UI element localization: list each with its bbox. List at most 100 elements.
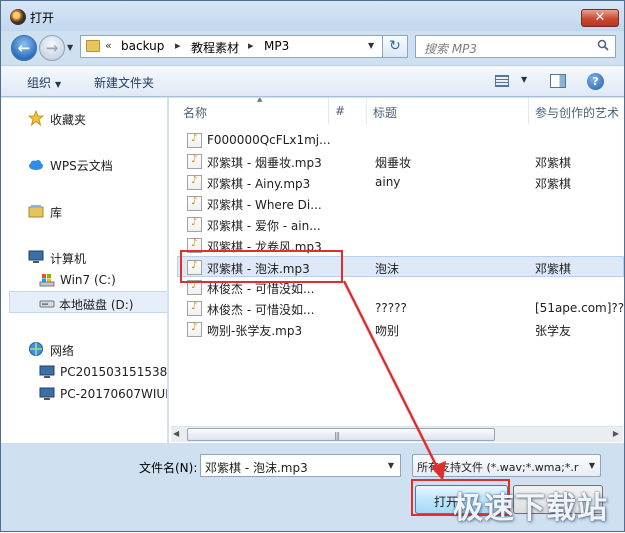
breadcrumb-mp3[interactable]: MP3: [264, 39, 289, 53]
file-artist: 邓紫棋: [535, 177, 572, 191]
preview-pane-icon[interactable]: [550, 74, 566, 88]
watermark: 极速下载站: [453, 491, 608, 526]
sidebar-label: 收藏夹: [50, 113, 87, 127]
breadcrumb-tutorial[interactable]: 教程素材: [191, 39, 239, 56]
horizontal-scrollbar[interactable]: ◀ ||| ▶: [171, 426, 623, 442]
title-bar: 打开 ✕: [1, 1, 624, 31]
network-icon: [29, 342, 43, 356]
column-label: 参与创作的艺术: [535, 106, 620, 120]
file-artist: [51ape.com]??: [535, 301, 624, 315]
file-row[interactable]: 邓紫棋 - 爱你 - ain...: [181, 214, 624, 235]
pc-icon: [39, 365, 55, 378]
cloud-icon: [29, 160, 43, 170]
file-row[interactable]: 林俊杰 - 可惜没如... ????? [51ape.com]??: [181, 298, 624, 319]
file-title: 吻别: [375, 324, 400, 338]
breadcrumb-overflow[interactable]: «: [105, 39, 112, 52]
organize-button[interactable]: 组织 ▼: [27, 74, 61, 91]
filetype-select[interactable]: 所有支持文件 (*.wav;*.wma;*.r ▼: [412, 454, 601, 477]
forward-button[interactable]: →: [39, 35, 65, 61]
file-name: 吻别-张学友.mp3: [207, 324, 303, 338]
audio-file-icon: [187, 175, 202, 190]
file-row[interactable]: 吻别-张学友.mp3 吻别 张学友: [181, 319, 624, 340]
column-label: #: [335, 104, 346, 118]
sidebar-item-drive-d[interactable]: 本地磁盘 (D:): [9, 291, 167, 313]
column-header-artist[interactable]: 参与创作的艺术: [529, 98, 624, 124]
open-file-dialog: 打开 ✕ ← → ▼ « backup ▸ 教程素材 ▸ MP3 ▼ ↻ 搜索 …: [0, 0, 625, 532]
history-dropdown-icon[interactable]: ▼: [67, 43, 73, 52]
windows-drive-icon: [39, 274, 55, 287]
refresh-button[interactable]: ↻: [382, 35, 408, 58]
column-header-name[interactable]: 名称 ▲: [177, 98, 329, 124]
column-label: 名称: [183, 106, 208, 120]
file-row[interactable]: F000000QcFLx1mj...: [181, 130, 624, 151]
sidebar-label: 网络: [50, 344, 75, 358]
sidebar-item-library[interactable]: 库: [1, 200, 167, 222]
sidebar-label: WPS云文档: [50, 159, 113, 173]
sidebar-item-pc2[interactable]: PC-20170607WIUN: [1, 383, 168, 405]
file-title: ?????: [375, 301, 407, 315]
search-input[interactable]: 搜索 MP3: [415, 35, 616, 58]
file-title: 泡沫: [375, 262, 400, 276]
view-dropdown-icon[interactable]: ▼: [521, 75, 527, 84]
navigation-pane: 收藏夹 WPS云文档 库 计算机 Win7 (C:) 本地磁盘 (D:) 网络: [1, 98, 168, 443]
audio-file-icon: [187, 154, 202, 169]
chevron-right-icon[interactable]: ▸: [248, 39, 254, 52]
audio-file-icon: [187, 301, 202, 316]
file-row[interactable]: 邓紫棋 - Ainy.mp3 ainy 邓紫棋: [181, 172, 624, 193]
chevron-right-icon[interactable]: ▸: [175, 39, 181, 52]
file-name: 邓紫棋 - Where Di...: [207, 198, 322, 212]
scroll-right-icon[interactable]: ▶: [613, 429, 619, 438]
audio-file-icon: [187, 133, 202, 148]
file-artist: 邓紫棋: [535, 156, 572, 170]
audio-file-icon: [187, 196, 202, 211]
search-icon[interactable]: [597, 39, 609, 51]
file-name: 林俊杰 - 可惜没如...: [207, 303, 315, 317]
close-button[interactable]: ✕: [581, 9, 619, 27]
audio-file-icon: [187, 217, 202, 232]
sidebar-item-computer[interactable]: 计算机: [1, 246, 167, 268]
sidebar-item-wps-cloud[interactable]: WPS云文档: [1, 153, 167, 175]
address-bar[interactable]: « backup ▸ 教程素材 ▸ MP3 ▼: [80, 35, 408, 58]
column-label: 标题: [373, 106, 398, 120]
computer-icon: [28, 250, 44, 263]
sidebar-item-network[interactable]: 网络: [1, 338, 167, 360]
column-header-title[interactable]: 标题: [367, 98, 529, 124]
chevron-down-icon: ▼: [55, 80, 62, 89]
view-options-icon[interactable]: [495, 75, 509, 87]
sidebar-label: Win7 (C:): [60, 273, 116, 287]
filename-label: 文件名(N):: [139, 461, 198, 475]
highlight-selected-file: [180, 250, 343, 283]
sidebar-label: PC201503151538: [60, 365, 168, 379]
new-folder-button[interactable]: 新建文件夹: [94, 74, 154, 91]
sidebar-item-favorites[interactable]: 收藏夹: [1, 107, 167, 129]
command-toolbar: 组织 ▼ 新建文件夹 ▼ ?: [1, 65, 624, 97]
help-icon[interactable]: ?: [587, 73, 604, 90]
filename-input[interactable]: 邓紫棋 - 泡沫.mp3 ▼: [200, 454, 401, 477]
grip-icon: |||: [334, 431, 340, 440]
breadcrumb-backup[interactable]: backup: [121, 39, 164, 53]
sidebar-item-drive-c[interactable]: Win7 (C:): [1, 269, 167, 291]
sidebar-label: PC-20170607WIUN: [60, 387, 168, 401]
sidebar-item-pc1[interactable]: PC201503151538: [1, 361, 168, 383]
drive-icon: [39, 300, 55, 308]
chevron-down-icon[interactable]: ▼: [388, 461, 394, 470]
pc-icon: [39, 387, 55, 400]
sidebar-label: 库: [50, 206, 63, 220]
address-dropdown-icon[interactable]: ▼: [368, 41, 374, 50]
search-placeholder: 搜索 MP3: [424, 42, 478, 56]
file-row[interactable]: 邓紫棋 - Where Di...: [181, 193, 624, 214]
scroll-left-icon[interactable]: ◀: [173, 429, 179, 438]
column-header-number[interactable]: #: [329, 98, 367, 124]
file-row[interactable]: 邓紫琪 - 烟垂妆.mp3 烟垂妆 邓紫棋: [181, 151, 624, 172]
filename-value: 邓紫棋 - 泡沫.mp3: [205, 461, 308, 475]
scrollbar-thumb[interactable]: |||: [187, 428, 495, 441]
sort-ascending-icon: ▲: [257, 98, 263, 103]
file-title: ainy: [375, 175, 401, 189]
sidebar-label: 计算机: [50, 252, 87, 266]
file-artist: 邓紫棋: [535, 262, 572, 276]
library-icon: [28, 205, 44, 218]
folder-icon: [86, 40, 100, 52]
back-button[interactable]: ←: [11, 35, 37, 61]
audio-file-icon: [187, 322, 202, 337]
organize-label: 组织: [27, 76, 52, 90]
